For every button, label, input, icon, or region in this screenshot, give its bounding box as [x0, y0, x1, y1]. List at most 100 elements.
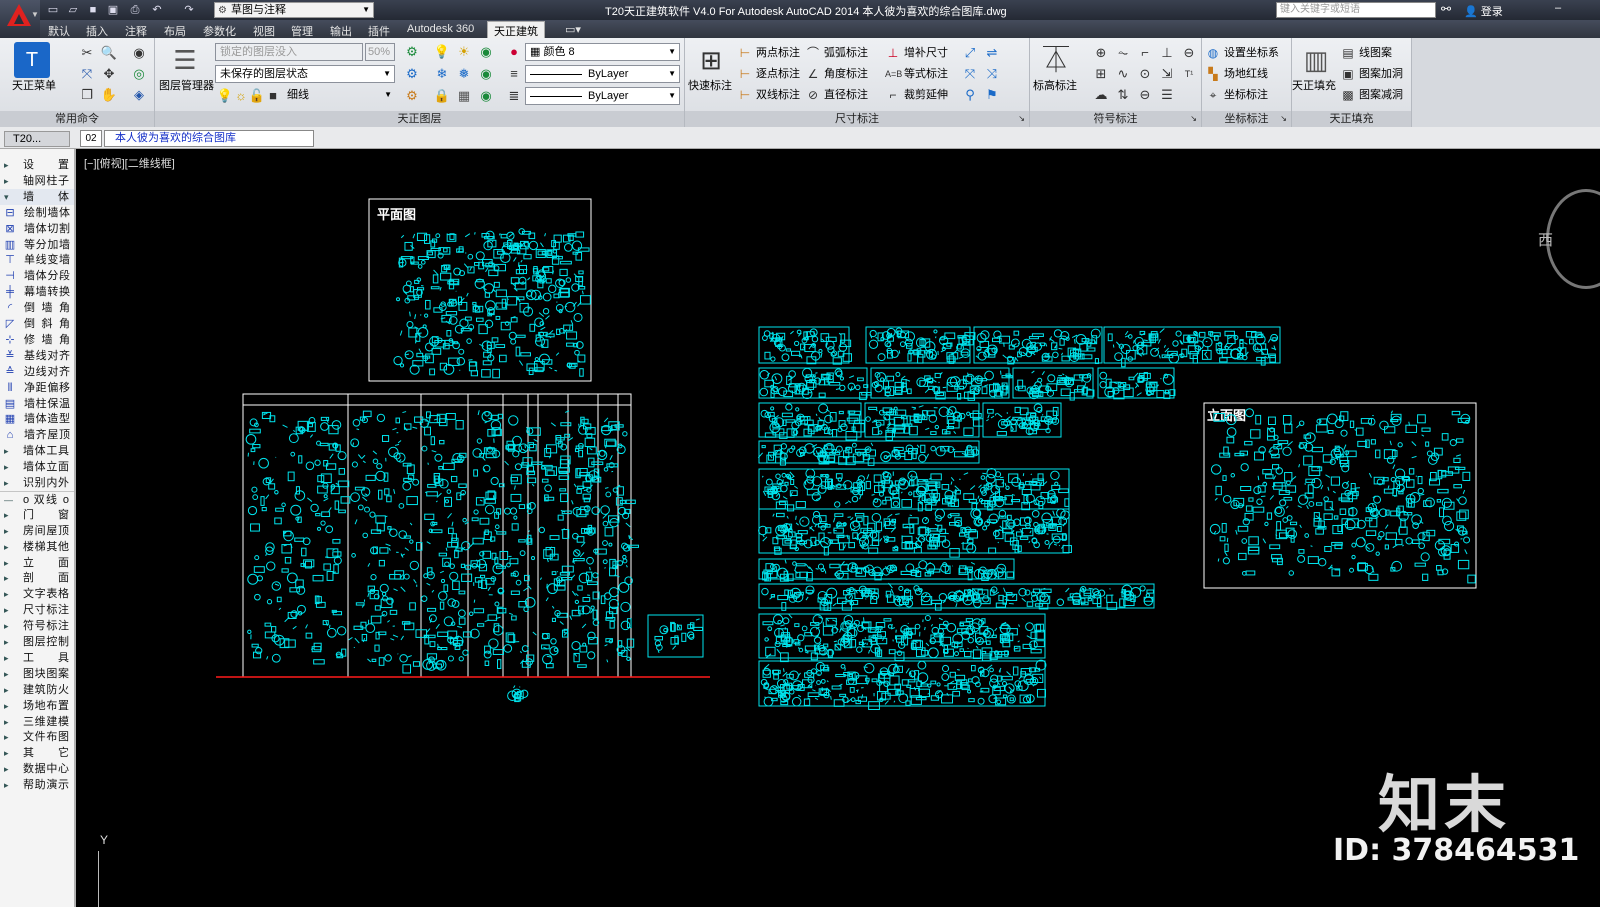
redo-icon[interactable]: ↷	[182, 3, 196, 17]
layer-refresh-icon[interactable]: ◉	[477, 65, 495, 83]
palette-item[interactable]: ▸ 立 面	[0, 555, 74, 571]
palette-item[interactable]: ▸ 识别内外	[0, 475, 74, 491]
new-file-icon[interactable]: ▭	[46, 3, 60, 17]
layer-state-select[interactable]: 未保存的图层状态 ▼	[215, 65, 395, 83]
hand-icon[interactable]: ✋	[100, 86, 118, 104]
arc-dimension-button[interactable]: ⌒ 弧弧标注	[805, 45, 868, 61]
locked-layer-field[interactable]: 锁定的图层没入	[215, 43, 363, 61]
drawing-canvas[interactable]: 平面图 立面图 [−][俯视][二维线框] 西 Y 知末 ID: 37846453…	[78, 149, 1600, 907]
dim-tool-3-icon[interactable]: ⤧	[961, 65, 979, 83]
trim-extend-button[interactable]: ⌐ 裁剪延伸	[885, 87, 948, 103]
palette-item[interactable]: ◜ 倒 墙 角	[0, 300, 74, 316]
palette-item[interactable]: ▸ 符号标注	[0, 618, 74, 634]
binoculars-icon[interactable]: ⚯	[1441, 2, 1451, 16]
workspace-selector[interactable]: ⚙ 草图与注释 ▼	[214, 2, 374, 18]
layer-check-icon[interactable]: ◉	[477, 43, 495, 61]
palette-item[interactable]: ▸ 文件布图	[0, 729, 74, 745]
symbol-index-icon[interactable]: ⌐	[1136, 44, 1154, 62]
panel-expand-icon[interactable]: ↘	[1190, 111, 1197, 127]
viewport-controls[interactable]: [−][俯视][二维线框]	[84, 155, 175, 171]
diameter-dimension-button[interactable]: ⊘ 直径标注	[805, 87, 868, 103]
symbol-list-icon[interactable]: ☰	[1158, 86, 1176, 104]
tab-tangent-architecture[interactable]: 天正建筑	[487, 21, 545, 38]
symbol-break-icon[interactable]: ⏦	[1114, 44, 1132, 62]
palette-item[interactable]: ▸ 设 置	[0, 157, 74, 173]
tab-insert[interactable]: 插入	[86, 23, 108, 39]
palette-tab[interactable]: T20...	[4, 131, 70, 147]
symbol-arrow-icon[interactable]: ⇲	[1158, 65, 1176, 83]
open-file-icon[interactable]: ▱	[66, 3, 80, 17]
tab-annotate[interactable]: 注释	[125, 23, 147, 39]
set-coordinate-system-button[interactable]: ◍ 设置坐标系	[1205, 45, 1279, 61]
symbol-text-icon[interactable]: T¹	[1180, 65, 1198, 83]
symbol-grid-icon[interactable]: ⊞	[1092, 65, 1110, 83]
quick-dimension-button[interactable]: 快速标注	[688, 78, 732, 94]
document-number[interactable]: 02	[80, 130, 102, 147]
palette-item[interactable]: ⊤ 单线变墙	[0, 252, 74, 268]
save-icon[interactable]: ■	[86, 3, 100, 17]
equation-dimension-button[interactable]: A=B 等式标注	[885, 66, 948, 82]
palette-item[interactable]: ▸ 场地布置	[0, 698, 74, 714]
panel-expand-icon[interactable]: ↘	[1280, 111, 1287, 127]
palette-item[interactable]: ▸ 图层控制	[0, 634, 74, 650]
layer-on-icon[interactable]: 💡	[433, 43, 451, 61]
symbol-axis-icon[interactable]: ⊖	[1180, 44, 1198, 62]
layer-walk-icon[interactable]: ⚙	[403, 87, 421, 105]
panel-expand-icon[interactable]: ↘	[1018, 111, 1025, 127]
color-select[interactable]: ▦ 颜色 8 ▼	[525, 43, 680, 61]
tab-autodesk-360[interactable]: Autodesk 360	[407, 23, 474, 35]
palette-item[interactable]: ▸ 轴网柱子	[0, 173, 74, 189]
palette-item[interactable]: ▸ 房间屋顶	[0, 523, 74, 539]
symbol-cloud-icon[interactable]: ☁	[1092, 86, 1110, 104]
layer-grid-icon[interactable]: ▦	[455, 87, 473, 105]
eye-icon[interactable]: ◉	[130, 44, 148, 62]
application-menu-button[interactable]: ▼	[0, 0, 40, 38]
palette-item[interactable]: ▸ 门 窗	[0, 507, 74, 523]
layer-previous-icon[interactable]: ⚙	[403, 65, 421, 83]
palette-item[interactable]: ⊟ 绘制墙体	[0, 205, 74, 221]
palette-item[interactable]: ▸ 工 具	[0, 650, 74, 666]
palette-item[interactable]: ≚ 基线对齐	[0, 348, 74, 364]
palette-item[interactable]: ▸ 剖 面	[0, 570, 74, 586]
tab-manage[interactable]: 管理	[291, 23, 313, 39]
current-layer-select[interactable]: 细线 ▼	[283, 87, 395, 105]
palette-item[interactable]: ◸ 倒 斜 角	[0, 316, 74, 332]
linetype-select[interactable]: ByLayer ▼	[525, 65, 680, 83]
tangent-fill-button[interactable]: 天正填充	[1292, 78, 1336, 94]
tab-default[interactable]: 默认	[48, 23, 70, 39]
minimize-button[interactable]: –	[1555, 2, 1575, 14]
thaw-icon[interactable]: ❅	[455, 65, 473, 83]
pattern-remove-hole-button[interactable]: ▩ 图案减洞	[1340, 87, 1403, 103]
scissors-icon[interactable]: ✂	[78, 44, 96, 62]
print-icon[interactable]: ⎙	[128, 3, 142, 17]
symbol-dual-icon[interactable]: ⇅	[1114, 86, 1132, 104]
palette-item[interactable]: ⊣ 墙体分段	[0, 268, 74, 284]
coordinate-mark-button[interactable]: ⌖ 坐标标注	[1205, 87, 1268, 103]
dim-tool-4-icon[interactable]: ⤨	[983, 65, 1001, 83]
double-line-dimension-button[interactable]: ⊢ 双线标注	[737, 87, 800, 103]
document-tab[interactable]: 本人彼为喜欢的综合图库	[104, 130, 314, 147]
undo-icon[interactable]: ↶	[150, 3, 164, 17]
palette-item[interactable]: ▸ 帮助演示	[0, 777, 74, 793]
dim-tool-2-icon[interactable]: ⇌	[983, 44, 1001, 62]
save-as-icon[interactable]: ▣	[106, 3, 120, 17]
freeze-icon[interactable]: ❄	[433, 65, 451, 83]
tab-layout[interactable]: 布局	[164, 23, 186, 39]
viewcube-west-label[interactable]: 西	[1538, 229, 1553, 250]
tab-view[interactable]: 视图	[253, 23, 275, 39]
tab-parametric[interactable]: 参数化	[203, 23, 236, 39]
symbol-north-icon[interactable]: ⊙	[1136, 65, 1154, 83]
symbol-section-icon[interactable]: ⊕	[1092, 44, 1110, 62]
lock-icon[interactable]: 🔒	[433, 87, 451, 105]
layer-isolate-icon[interactable]: ☀	[455, 43, 473, 61]
palette-item[interactable]: ⫴ 净距偏移	[0, 380, 74, 396]
dim-tool-1-icon[interactable]: ⤢	[961, 44, 979, 62]
elevation-mark-button[interactable]: 标高标注	[1033, 78, 1077, 94]
symbol-wave-icon[interactable]: ∿	[1114, 65, 1132, 83]
palette-item[interactable]: ▸ 数据中心	[0, 761, 74, 777]
palette-item[interactable]: ⊹ 修 墙 角	[0, 332, 74, 348]
symbol-detail-icon[interactable]: ⊖	[1136, 86, 1154, 104]
angle-dimension-button[interactable]: ∠ 角度标注	[805, 66, 868, 82]
lineweight-select[interactable]: ByLayer ▼	[525, 87, 680, 105]
tab-plugins[interactable]: 插件	[368, 23, 390, 39]
